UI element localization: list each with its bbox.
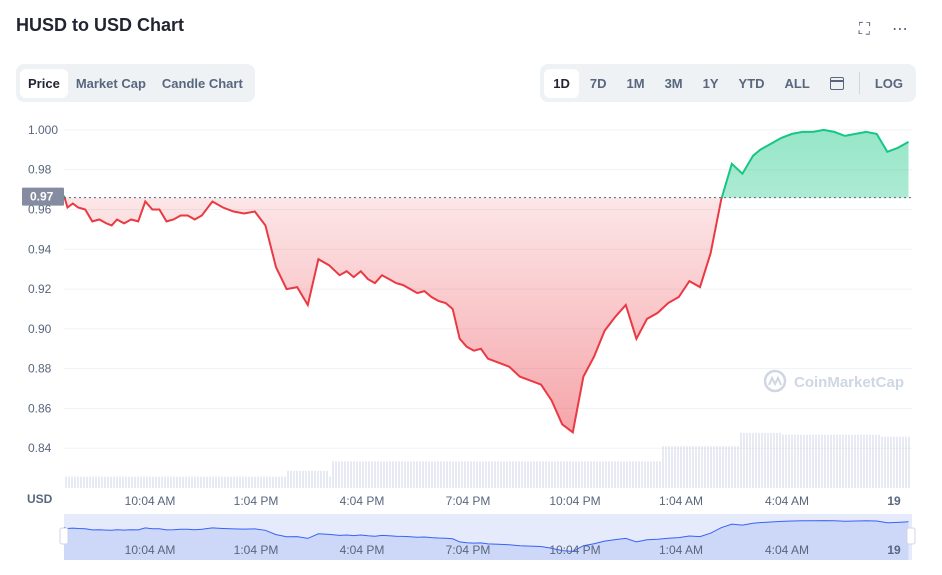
x-tick-label: 4:04 AM	[765, 494, 809, 508]
x-axis: 10:04 AM 1:04 PM 4:04 PM 7:04 PM 10:04 PM 1:0…	[125, 494, 901, 508]
navigator-label: 4:04 AM	[765, 543, 809, 557]
y-tick-label: 1.000	[28, 123, 58, 137]
y-tick-label: 0.98	[28, 163, 52, 177]
current-price-label: 0.97	[30, 190, 54, 204]
y-tick-label: 0.92	[28, 282, 52, 296]
coinmarketcap-logo-mark	[768, 375, 782, 387]
currency-label: USD	[27, 492, 53, 506]
navigator-label: 7:04 PM	[446, 543, 491, 557]
price-chart[interactable]: 1.0000.980.960.940.920.900.880.860.840.9…	[0, 0, 942, 575]
range-navigator[interactable]: 10:04 AM 1:04 PM 4:04 PM 7:04 PM 10:04 PM 1:0…	[59, 514, 916, 560]
navigator-label: 4:04 PM	[340, 543, 385, 557]
x-tick-label: 1:04 AM	[659, 494, 703, 508]
watermark-text: CoinMarketCap	[794, 374, 904, 391]
y-tick-label: 0.86	[28, 401, 52, 415]
navigator-label: 19	[887, 543, 901, 557]
x-tick-label: 7:04 PM	[446, 494, 491, 508]
y-tick-label: 0.84	[28, 441, 52, 455]
x-tick-label: 4:04 PM	[340, 494, 385, 508]
y-tick-label: 0.94	[28, 242, 52, 256]
x-tick-label: 10:04 AM	[125, 494, 176, 508]
navigator-label: 1:04 PM	[234, 543, 279, 557]
navigator-handle-left[interactable]	[59, 527, 69, 545]
navigator-label: 10:04 PM	[549, 543, 600, 557]
volume-bars	[65, 432, 910, 488]
x-tick-label: 19	[887, 494, 901, 508]
navigator-label: 1:04 AM	[659, 543, 703, 557]
y-tick-label: 0.90	[28, 322, 52, 336]
navigator-handle-right[interactable]	[906, 527, 916, 545]
navigator-label: 10:04 AM	[125, 543, 176, 557]
y-axis: 1.0000.980.960.940.920.900.880.860.840.9…	[22, 123, 64, 506]
watermark: CoinMarketCap	[763, 369, 904, 393]
coinmarketcap-logo-icon	[763, 369, 787, 393]
x-tick-label: 10:04 PM	[549, 494, 600, 508]
x-tick-label: 1:04 PM	[234, 494, 279, 508]
y-tick-label: 0.88	[28, 362, 52, 376]
